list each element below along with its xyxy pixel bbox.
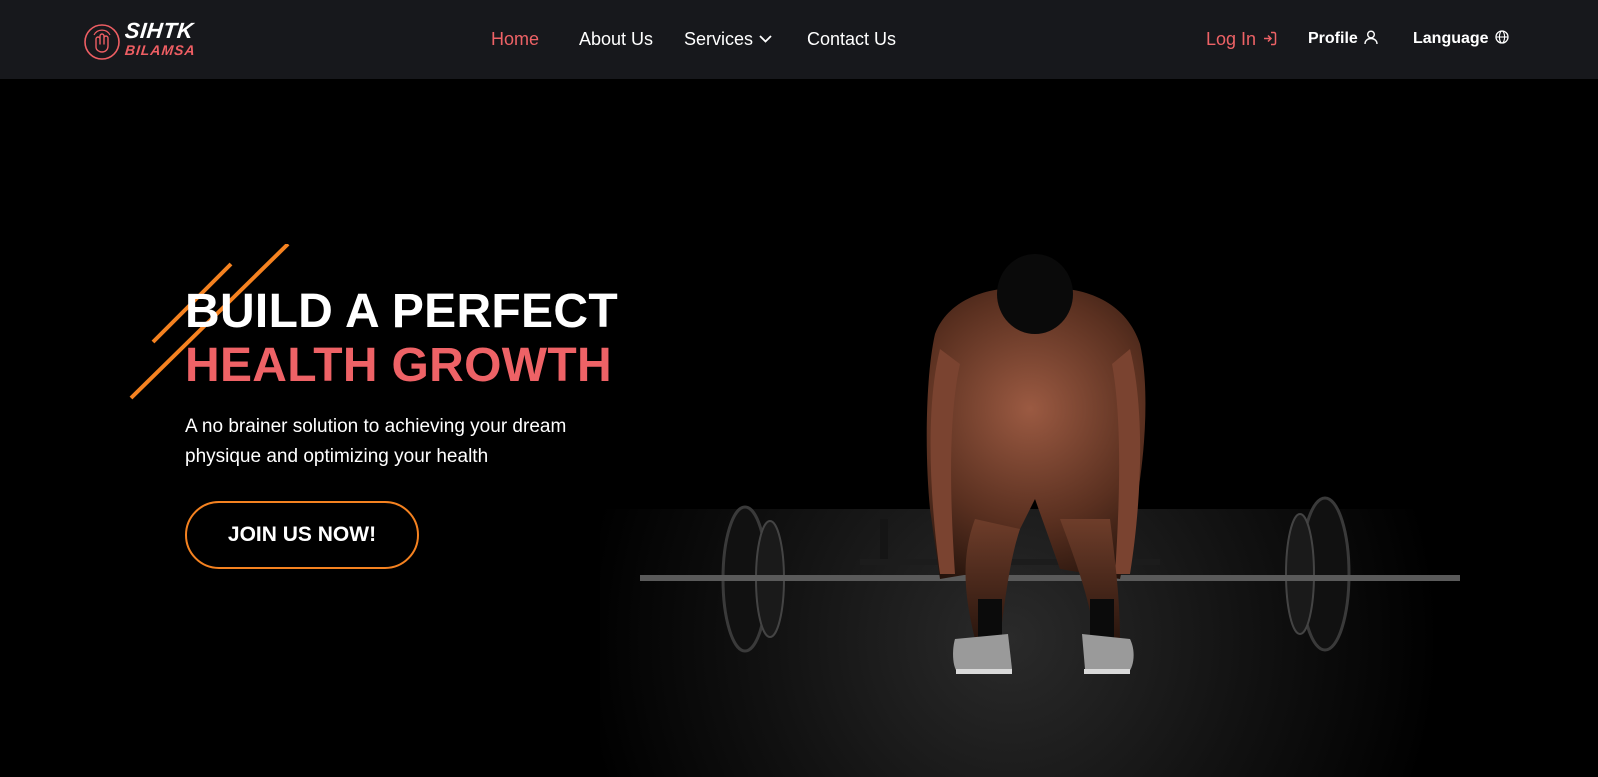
hero-headline-line1: BUILD A PERFECT [185,285,618,338]
login-label: Log In [1206,29,1257,49]
brand-wordmark: SIHTK BILAMSA [123,18,197,58]
brand-logo[interactable]: SIHTK BILAMSA [83,18,197,62]
nav-services-dropdown[interactable]: Services [684,28,772,50]
login-link[interactable]: Log In [1206,28,1277,50]
hero-headline-line2: HEALTH GROWTH [185,339,612,392]
language-selector[interactable]: Language [1413,28,1509,50]
login-icon [1264,32,1277,46]
chevron-down-icon [759,35,772,43]
fingerprint-hand-icon [84,24,120,60]
hero-section: BUILD A PERFECT HEALTH GROWTH A no brain… [0,79,1598,777]
navbar: SIHTK BILAMSA Home About Us Services Con… [0,0,1598,79]
profile-link[interactable]: Profile [1308,28,1378,50]
globe-icon [1494,30,1509,44]
profile-label: Profile [1308,30,1358,47]
hero-subtext: A no brainer solution to achieving your … [185,416,567,467]
user-icon [1364,30,1378,44]
brand-name-line2: BILAMSA [124,42,197,58]
nav-home-link[interactable]: Home [491,28,539,50]
join-us-button[interactable]: JOIN US NOW! [185,501,419,569]
language-label: Language [1413,30,1489,47]
nav-services-label: Services [684,29,754,49]
brand-name-line1: SIHTK [123,18,195,43]
nav-about-link[interactable]: About Us [579,28,653,50]
nav-contact-link[interactable]: Contact Us [807,28,896,50]
hero-headline: BUILD A PERFECT HEALTH GROWTH [185,285,618,393]
